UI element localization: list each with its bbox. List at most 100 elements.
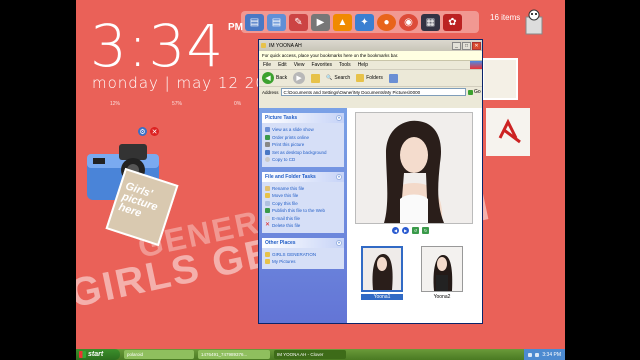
other-places-header[interactable]: Other Places ˄: [262, 237, 344, 248]
task-copy-cd[interactable]: Copy to CD: [265, 157, 341, 163]
paint-icon[interactable]: ✦: [355, 13, 374, 31]
thumbnail-label: Yoona1: [361, 294, 403, 300]
start-button[interactable]: start: [76, 349, 120, 360]
folder-icon[interactable]: ▤: [245, 13, 264, 31]
ribbon-card-icon: [486, 108, 530, 156]
taskbar-item-polaroid[interactable]: polaroid: [124, 350, 194, 359]
firefox-icon[interactable]: ●: [377, 13, 396, 31]
task-email[interactable]: E-mail this file: [265, 215, 341, 222]
gadget-settings-icon[interactable]: ⚙: [138, 127, 147, 136]
task-label: Rename this file: [272, 185, 305, 191]
task-label: View as a slide show: [272, 127, 314, 132]
pen-tools-icon[interactable]: ✎: [289, 13, 308, 31]
chevron-up-icon[interactable]: ˄: [336, 173, 342, 180]
task-copy[interactable]: Copy this file: [265, 200, 341, 207]
window-title: IM YOONA AH: [269, 42, 302, 49]
address-input[interactable]: C:\Documents and Settings\Owner\My Docum…: [280, 88, 466, 96]
up-folder-icon[interactable]: [311, 73, 321, 83]
thumbnail-image: [363, 248, 401, 290]
task-set-background[interactable]: Set as desktop background: [265, 149, 341, 156]
chevron-up-icon[interactable]: ˄: [336, 115, 342, 121]
menu-tools[interactable]: Tools: [339, 62, 351, 68]
media-player-icon[interactable]: ▶: [311, 13, 330, 31]
folders-icon: [356, 74, 365, 82]
task-label: Publish this file to the Web: [272, 208, 325, 213]
previous-image-button[interactable]: ◀: [392, 227, 399, 234]
desktop-photo-frame: [482, 58, 518, 100]
menu-help[interactable]: Help: [358, 62, 368, 68]
task-slideshow[interactable]: View as a slide show: [265, 127, 341, 133]
search-button[interactable]: 🔍 Search: [326, 75, 350, 81]
filmstrip-viewer: ◀ ▶ ↺ ↻ Yoona1 Yoona2: [347, 108, 482, 323]
system-tray: 3:34 PM: [524, 349, 565, 360]
forward-button[interactable]: ▶: [293, 72, 306, 84]
gadget-icon[interactable]: ✿: [443, 13, 462, 31]
menu-edit[interactable]: Edit: [278, 62, 287, 68]
taskbar-item-image[interactable]: 1476491_747989376...: [198, 350, 270, 359]
other-places-section: Other Places ˄ GIRLS GENERATION My Pictu…: [262, 237, 344, 269]
printer-icon: [265, 142, 270, 147]
file-folder-tasks-header[interactable]: File and Folder Tasks ˄: [262, 171, 344, 182]
file-folder-tasks-section: File and Folder Tasks ˄ Rename this file…: [262, 171, 344, 233]
views-icon[interactable]: [388, 73, 398, 83]
thumbnail-yoona1[interactable]: [361, 246, 403, 292]
filmstrip-controls: ◀ ▶ ↺ ↻: [392, 227, 429, 234]
back-button[interactable]: ◀ Back: [262, 72, 287, 84]
task-move[interactable]: Move this file: [265, 193, 341, 199]
copy-icon: [265, 200, 270, 206]
folders-button[interactable]: Folders: [356, 74, 383, 82]
image-preview[interactable]: [355, 112, 473, 224]
windows-flag-icon: [79, 351, 86, 358]
taskbar-item-explorer[interactable]: IM YOONA AH - Clover: [274, 350, 346, 359]
picture-tasks-section: Picture Tasks ˄ View as a slide show Ord…: [262, 113, 344, 167]
window-content: Picture Tasks ˄ View as a slide show Ord…: [259, 108, 482, 323]
go-arrow-icon: [468, 89, 473, 95]
folder-icon[interactable]: ▤: [267, 13, 286, 31]
thumbnail-image: [422, 247, 462, 291]
menu-favorites[interactable]: Favorites: [311, 62, 332, 68]
email-icon: [265, 215, 270, 221]
folder-icon: [265, 251, 270, 257]
folder-icon: [265, 259, 270, 264]
search-icon: 🔍: [326, 75, 333, 81]
close-button[interactable]: ✕: [472, 41, 481, 50]
task-publish[interactable]: Publish this file to the Web: [265, 208, 341, 214]
task-order-prints[interactable]: Order prints online: [265, 134, 341, 141]
task-label: 1476491_747989376...: [201, 352, 248, 357]
chevron-up-icon[interactable]: ˄: [336, 239, 342, 246]
move-icon: [265, 193, 270, 198]
other-places-title: Other Places: [265, 239, 296, 246]
minimize-button[interactable]: _: [452, 41, 461, 50]
menu-file[interactable]: File: [263, 62, 271, 68]
window-titlebar[interactable]: IM YOONA AH _ □ ✕: [259, 40, 482, 51]
picture-tasks-header[interactable]: Picture Tasks ˄: [262, 113, 344, 123]
start-label: start: [88, 351, 104, 358]
gadget-close-icon[interactable]: ✕: [150, 127, 159, 136]
task-print[interactable]: Print this picture: [265, 142, 341, 148]
place-my-pictures[interactable]: My Pictures: [265, 259, 341, 265]
address-bar: Address C:\Documents and Settings\Owner\…: [259, 87, 482, 97]
network-icon[interactable]: [528, 352, 533, 357]
next-image-button[interactable]: ▶: [402, 227, 409, 234]
rotate-left-icon[interactable]: ↺: [412, 227, 419, 234]
back-label: Back: [276, 75, 288, 81]
vlc-icon[interactable]: ▲: [333, 13, 352, 31]
chrome-icon[interactable]: ◉: [399, 13, 418, 31]
menu-view[interactable]: View: [294, 62, 305, 68]
task-rename[interactable]: Rename this file: [265, 185, 341, 192]
maximize-button[interactable]: □: [462, 41, 471, 50]
volume-icon[interactable]: [535, 352, 540, 357]
go-button[interactable]: Go: [468, 89, 482, 95]
explorer-icon[interactable]: ▦: [421, 13, 440, 31]
recycle-bin-icon[interactable]: [523, 9, 545, 35]
rotate-right-icon[interactable]: ↻: [422, 227, 429, 234]
task-label: E-mail this file: [272, 215, 301, 221]
task-delete[interactable]: ✕ Delete this file: [265, 222, 341, 229]
web-icon: [265, 208, 270, 213]
place-girls-generation[interactable]: GIRLS GENERATION: [265, 251, 341, 258]
picture-tasks-title: Picture Tasks: [265, 115, 298, 121]
thumbnail-yoona2[interactable]: [421, 246, 463, 292]
photo-caption: Girls' picture here: [117, 180, 160, 220]
thumbnail-label: Yoona2: [433, 294, 451, 300]
stat-1: 12%: [110, 101, 121, 107]
